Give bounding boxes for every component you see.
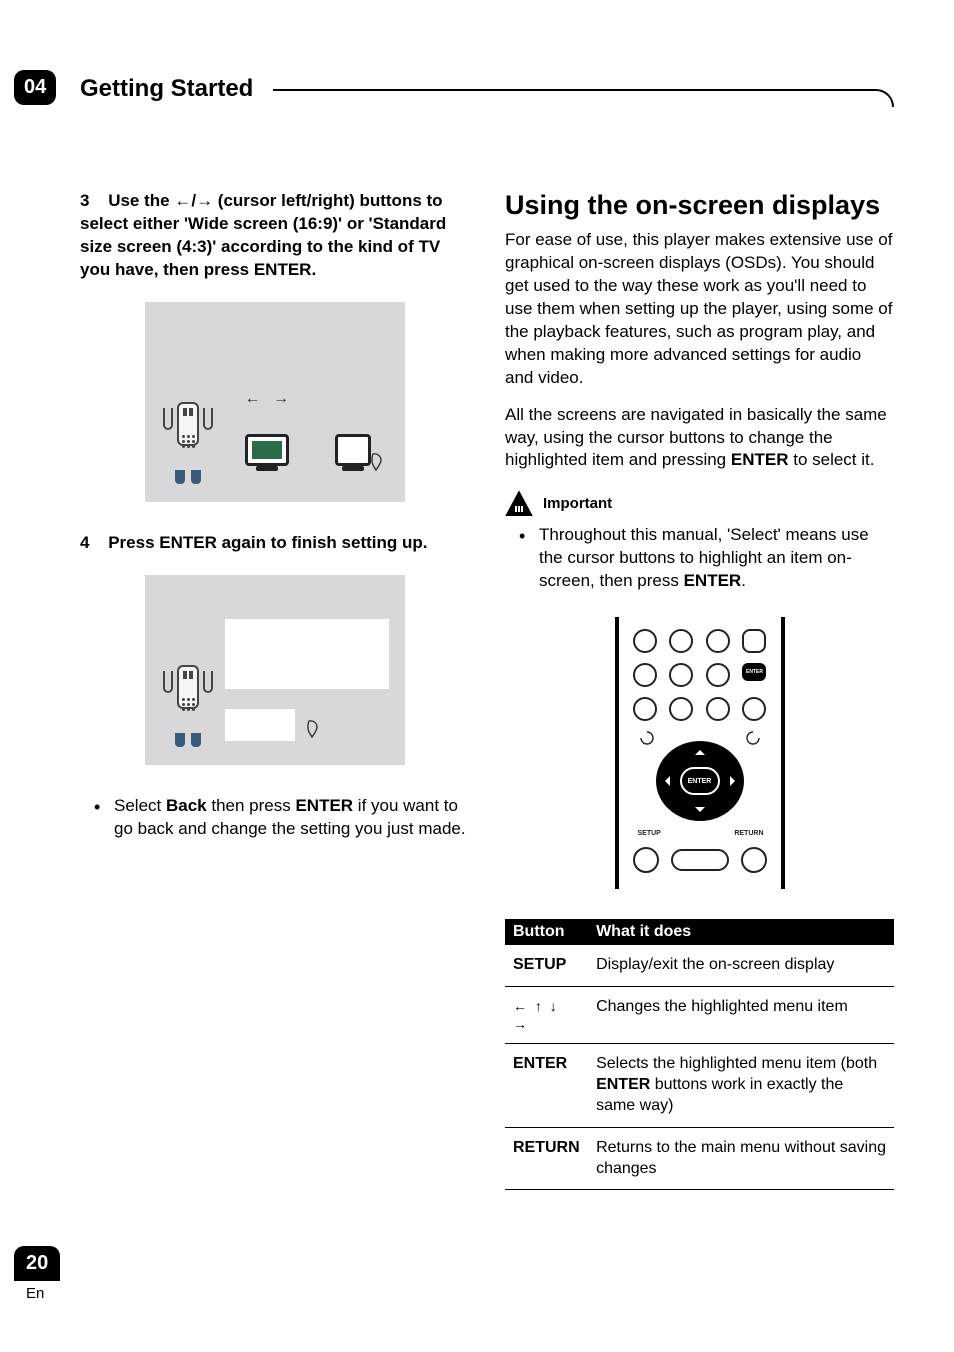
step-3: 3 Use the ←/→ (cursor left/right) button…: [80, 190, 469, 282]
cell-desc: Display/exit the on-screen display: [588, 945, 894, 986]
step-3-a: Use the: [108, 191, 174, 210]
cursor-hand-icon: [369, 452, 389, 472]
back-note-a: Select: [114, 796, 166, 815]
remote-row-1: [633, 629, 767, 653]
remote-button-icon: [741, 847, 767, 873]
cell-button-arrows: ← ↑ ↓ →: [505, 986, 588, 1043]
back-note-b: then press: [207, 796, 296, 815]
step-3-arrows: ←/→: [174, 191, 213, 210]
remote-button-icon: [669, 663, 693, 687]
cell-desc-a: Selects the highlighted menu item (both: [596, 1055, 877, 1072]
remote-dpad: ENTER SETUP RETURN: [640, 731, 760, 831]
imp-b: .: [741, 571, 746, 590]
back-note-back: Back: [166, 796, 207, 815]
remote-button-icon: [669, 629, 693, 653]
remote-button-icon: [633, 629, 657, 653]
section-heading: Using the on-screen displays: [505, 190, 894, 221]
imp-enter: ENTER: [684, 571, 742, 590]
chapter-number-tab: 04: [14, 70, 56, 105]
osd-intro-1: For ease of use, this player makes exten…: [505, 229, 894, 390]
back-note: Select Back then press ENTER if you want…: [80, 795, 469, 841]
dpad-right-icon: [730, 776, 740, 786]
important-callout: Important: [505, 490, 894, 516]
th-button: Button: [505, 919, 588, 945]
arrow-indicator: ← →: [245, 390, 293, 408]
back-note-enter: ENTER: [295, 796, 353, 815]
step-4: 4 Press ENTER again to finish setting up…: [80, 532, 469, 555]
cursor-hand-icon: [305, 719, 325, 739]
remote-row-2: ENTER: [633, 663, 767, 687]
remote-button-icon: [633, 663, 657, 687]
remote-button-icon: [706, 663, 730, 687]
illustration-finish: [145, 575, 405, 765]
dpad-left-icon: [660, 776, 670, 786]
osd-intro-2-enter: ENTER: [731, 450, 789, 469]
step-4-text: Press ENTER again to finish setting up.: [108, 533, 427, 552]
menu-swirl-icon: [746, 731, 760, 748]
page-footer: 20 En: [14, 1246, 60, 1302]
table-row: ENTER Selects the highlighted menu item …: [505, 1044, 894, 1127]
osd-intro-2b: to select it.: [789, 450, 875, 469]
osd-intro-2: All the screens are navigated in basical…: [505, 404, 894, 473]
important-bullet: Throughout this manual, 'Select' means u…: [505, 524, 894, 593]
table-row: SETUP Display/exit the on-screen display: [505, 945, 894, 986]
dpad-enter-icon: ENTER: [680, 767, 720, 795]
remote-bottom-row: [633, 847, 767, 873]
remote-button-icon: [633, 697, 657, 721]
cell-desc: Selects the highlighted menu item (both …: [588, 1044, 894, 1127]
setup-label: SETUP: [638, 830, 661, 837]
white-panel: [225, 619, 389, 689]
chapter-header: Getting Started: [80, 70, 894, 108]
th-what: What it does: [588, 919, 894, 945]
remote-button-icon: [706, 629, 730, 653]
cell-button: RETURN: [505, 1127, 588, 1190]
remote-enter-button-icon: ENTER: [742, 663, 766, 681]
important-icon: [505, 490, 533, 516]
button-table: Button What it does SETUP Display/exit t…: [505, 919, 894, 1190]
table-row: ← ↑ ↓ → Changes the highlighted menu ite…: [505, 986, 894, 1043]
remote-button-icon: [671, 849, 729, 871]
remote-button-icon: [633, 847, 659, 873]
header-rule: [273, 89, 894, 107]
remote-mascot-icon: [163, 661, 213, 741]
menu-swirl-icon: [640, 731, 654, 748]
white-panel-small: [225, 709, 295, 741]
cell-desc-bold: ENTER: [596, 1076, 650, 1093]
chapter-title: Getting Started: [80, 75, 273, 103]
step-4-number: 4: [80, 533, 89, 552]
illustration-tv-select: ← →: [145, 302, 405, 502]
dpad-down-icon: [695, 807, 705, 817]
remote-button-icon: [706, 697, 730, 721]
right-column: Using the on-screen displays For ease of…: [505, 190, 894, 1232]
cell-button: ENTER: [505, 1044, 588, 1127]
step-3-number: 3: [80, 191, 89, 210]
standard-tv-icon: [335, 434, 371, 466]
remote-button-icon: [742, 697, 766, 721]
remote-button-icon: [669, 697, 693, 721]
remote-button-icon: [742, 629, 766, 653]
important-label: Important: [543, 495, 612, 512]
return-label: RETURN: [734, 830, 763, 837]
remote-row-3: [633, 697, 767, 721]
remote-mascot-icon: [163, 398, 213, 478]
page-number: 20: [14, 1246, 60, 1281]
left-column: 3 Use the ←/→ (cursor left/right) button…: [80, 190, 469, 1232]
step-3-text: Use the ←/→ (cursor left/right) buttons …: [80, 191, 446, 279]
widescreen-tv-icon: [245, 434, 289, 466]
page-language: En: [26, 1285, 60, 1302]
dpad-up-icon: [695, 745, 705, 755]
remote-diagram: ENTER ENTER SETU: [615, 617, 785, 889]
cell-desc: Changes the highlighted menu item: [588, 986, 894, 1043]
cell-desc: Returns to the main menu without saving …: [588, 1127, 894, 1190]
table-row: RETURN Returns to the main menu without …: [505, 1127, 894, 1190]
cell-button: SETUP: [505, 945, 588, 986]
